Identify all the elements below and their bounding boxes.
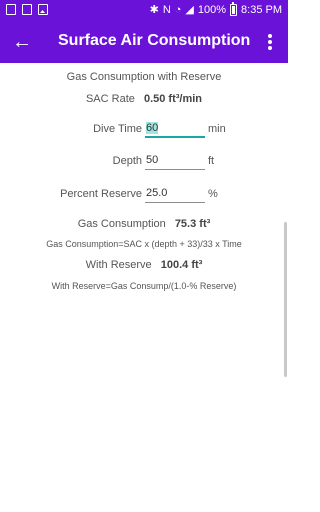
back-arrow-icon[interactable]: ←: [10, 30, 34, 54]
reserve-formula: With Reserve=Gas Consump/(1.0-% Reserve): [51, 281, 237, 291]
image-icon: [38, 4, 48, 15]
page-title: Surface Air Consumption: [58, 32, 251, 49]
status-right: ✱ N ◔ ◢ 100% 8:35 PM: [149, 2, 282, 17]
status-bar: ✱ N ◔ ◢ 100% 8:35 PM: [0, 0, 288, 21]
status-time: 8:35 PM: [241, 4, 282, 16]
dive-time-value: 60: [146, 122, 159, 134]
sac-rate-value: 0.50 ft³/min: [143, 93, 203, 105]
overflow-menu-icon[interactable]: [262, 32, 278, 52]
battery-icon: [230, 2, 238, 16]
reserve-unit: %: [208, 188, 218, 200]
sac-rate-row: SAC Rate 0.50 ft³/min: [0, 93, 288, 105]
status-left: [6, 4, 48, 15]
gas-consumption-label: Gas Consumption: [77, 218, 166, 230]
nfc-icon: N: [162, 4, 171, 16]
notification-icon: [6, 4, 16, 15]
dive-time-input[interactable]: 60: [145, 122, 205, 138]
gas-consumption-value: 75.3 ft³: [174, 218, 211, 230]
depth-input[interactable]: 50: [145, 154, 205, 170]
with-reserve-row: With Reserve 100.4 ft³: [0, 259, 288, 271]
battery-percent: 100%: [197, 4, 227, 16]
scrollbar[interactable]: [284, 222, 287, 377]
dive-time-label: Dive Time: [93, 123, 142, 135]
main-content: Gas Consumption with Reserve SAC Rate 0.…: [0, 63, 288, 512]
depth-unit: ft: [208, 155, 215, 167]
depth-value: 50: [146, 154, 159, 166]
section-header: Gas Consumption with Reserve: [66, 71, 222, 83]
dive-time-unit: min: [208, 123, 226, 135]
download-icon: [22, 4, 32, 15]
depth-label: Depth: [112, 155, 142, 167]
reserve-label: Percent Reserve: [60, 188, 142, 200]
app-bar: ← Surface Air Consumption: [0, 21, 288, 63]
bluetooth-icon: ✱: [149, 4, 159, 16]
reserve-value: 25.0: [146, 187, 168, 199]
with-reserve-label: With Reserve: [85, 259, 152, 271]
sac-rate-label: SAC Rate: [85, 93, 135, 105]
gas-formula: Gas Consumption=SAC x (depth + 33)/33 x …: [46, 239, 242, 249]
reserve-input[interactable]: 25.0: [145, 187, 205, 203]
wifi-icon: ◔: [174, 4, 182, 16]
gas-consumption-row: Gas Consumption 75.3 ft³: [0, 218, 288, 230]
with-reserve-value: 100.4 ft³: [160, 259, 203, 271]
signal-icon: ◢: [185, 4, 194, 16]
